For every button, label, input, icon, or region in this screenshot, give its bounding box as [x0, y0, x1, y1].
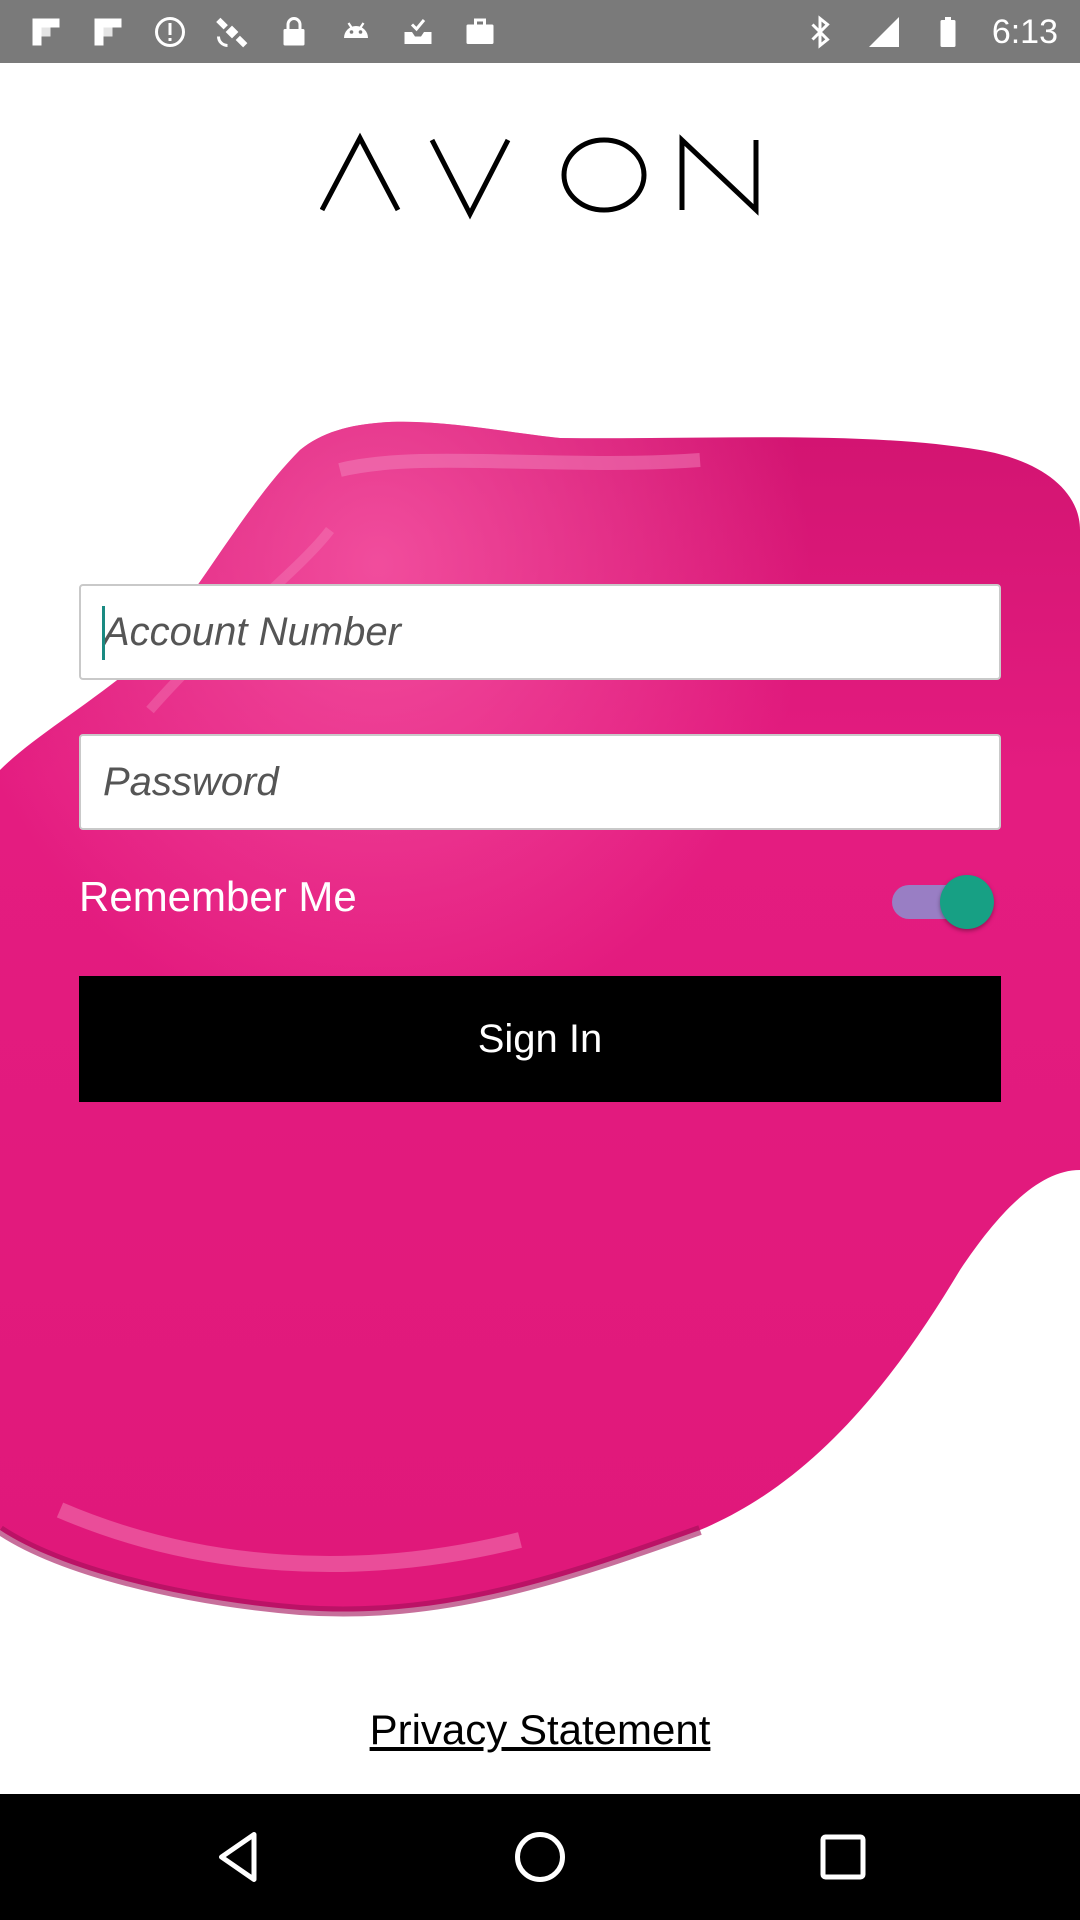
home-icon[interactable] [510, 1827, 570, 1887]
password-field[interactable] [79, 734, 1001, 830]
navigation-bar [0, 1794, 1080, 1920]
remember-me-label: Remember Me [79, 873, 357, 920]
flipboard-icon [88, 12, 128, 52]
remember-me-toggle[interactable] [892, 872, 996, 932]
password-input[interactable] [81, 736, 999, 828]
account-number-input[interactable] [81, 586, 999, 678]
sign-in-button[interactable]: Sign In [79, 976, 1001, 1102]
back-icon[interactable] [209, 1827, 269, 1887]
android-icon [336, 12, 376, 52]
status-bar: 6:13 [0, 0, 1080, 63]
privacy-statement-link[interactable]: Privacy Statement [370, 1706, 711, 1753]
toggle-thumb[interactable] [940, 875, 994, 929]
signal-icon [864, 12, 904, 52]
privacy-footer: Privacy Statement [0, 1706, 1080, 1754]
lock-icon [274, 12, 314, 52]
system-status: 6:13 [800, 10, 1058, 54]
notification-icons [26, 12, 500, 52]
satellite-icon [212, 12, 252, 52]
recents-icon[interactable] [813, 1827, 873, 1887]
alert-icon [150, 12, 190, 52]
inbox-check-icon [398, 12, 438, 52]
flipboard-icon [26, 12, 66, 52]
avon-logo [319, 132, 760, 222]
clock: 6:13 [991, 12, 1058, 51]
battery-icon [928, 12, 968, 52]
text-cursor [102, 606, 105, 660]
account-number-field[interactable] [79, 584, 1001, 680]
bluetooth-icon [800, 12, 840, 52]
briefcase-icon [460, 12, 500, 52]
